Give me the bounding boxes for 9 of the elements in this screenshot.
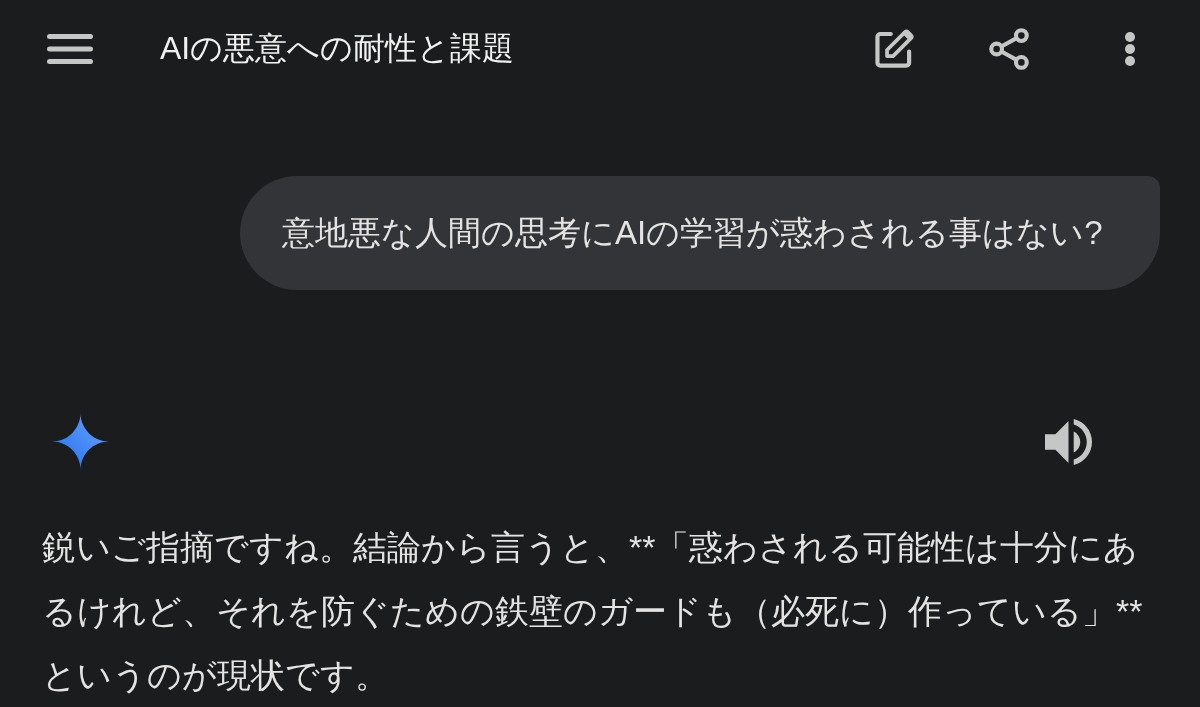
speaker-icon[interactable] <box>1045 418 1092 465</box>
user-message-text: 意地悪な人間の思考にAIの学習が惑わされる事はない? <box>282 213 1103 253</box>
more-options-icon[interactable] <box>1124 30 1136 67</box>
sparkle-icon <box>52 413 109 470</box>
edit-icon[interactable] <box>873 28 914 69</box>
menu-icon[interactable] <box>47 33 93 64</box>
chat-title: AIの悪意への耐性と課題 <box>160 28 515 68</box>
share-icon[interactable] <box>989 27 1029 70</box>
response-text: 鋭いご指摘ですね。結論から言うと、**「惑わされる可能性は十分にあるけれど、それを防ぐための鉄壁のガードも（必死に）作っている」**というのが現状です。 <box>42 527 1144 696</box>
